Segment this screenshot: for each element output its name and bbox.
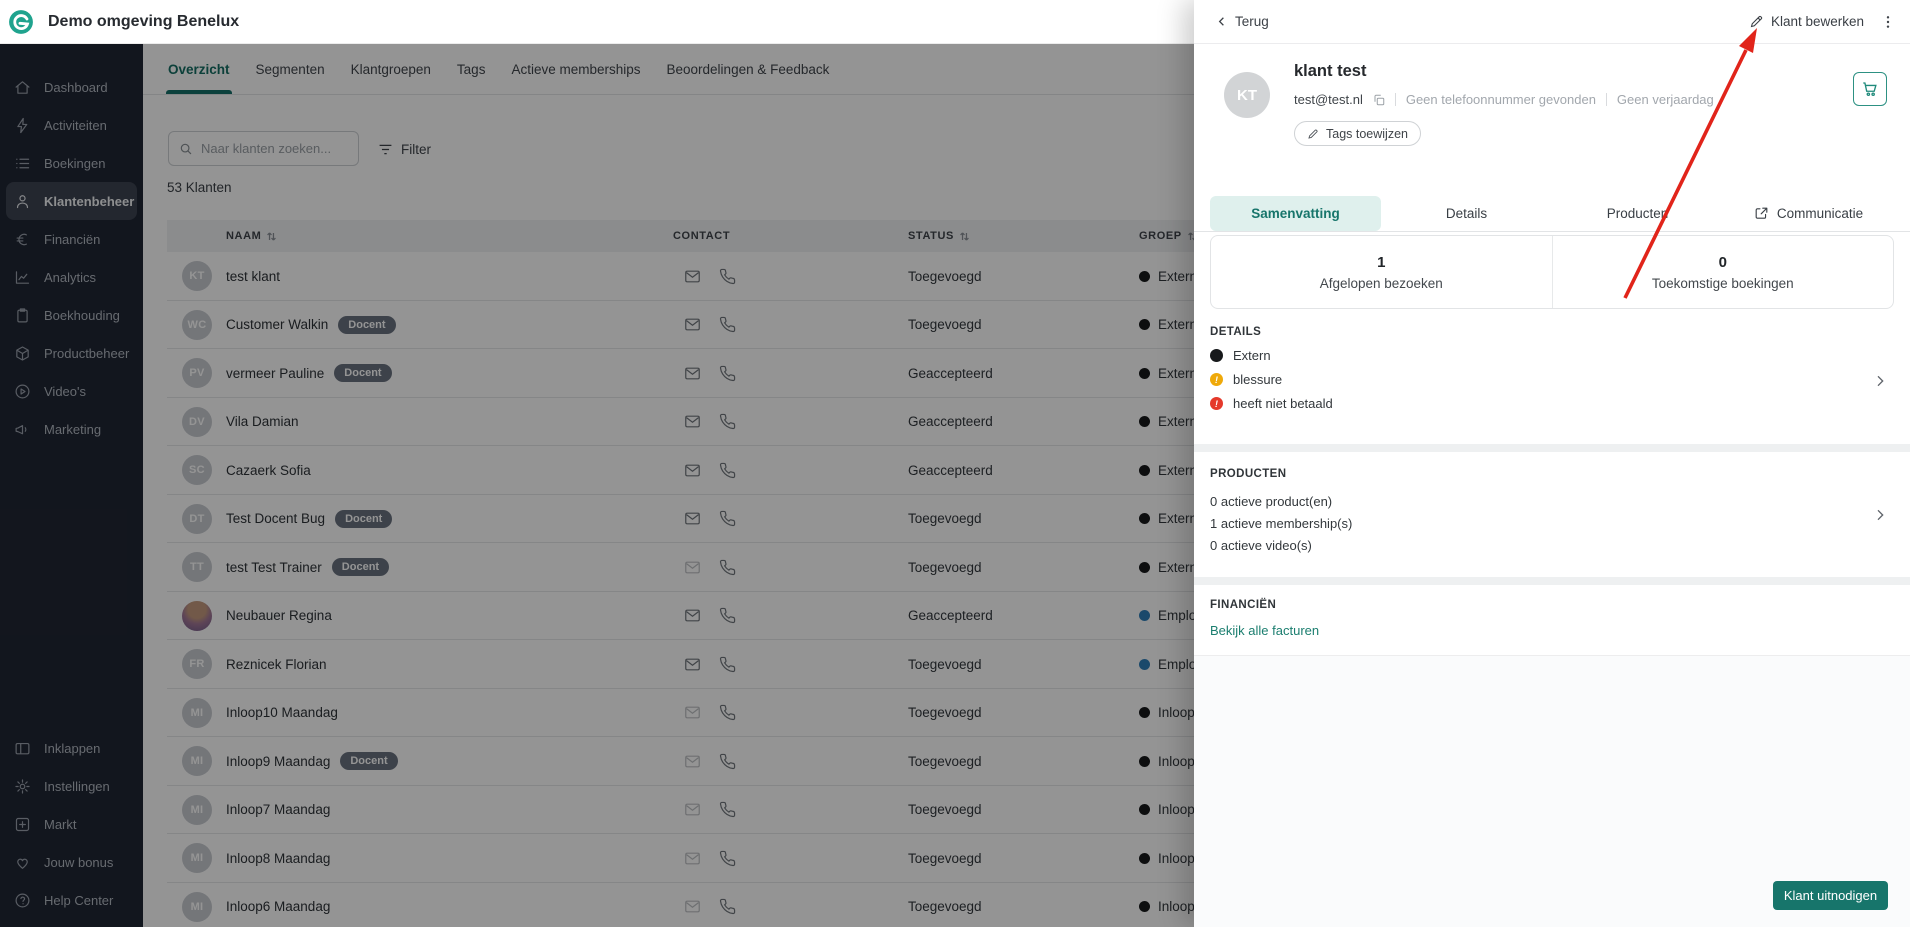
drawer-tab[interactable]: Samenvatting [1210, 196, 1381, 231]
app-root: Demo omgeving Benelux Dashboard Activite… [0, 0, 1910, 927]
products-title: PRODUCTEN [1210, 468, 1287, 480]
section-divider [1194, 444, 1910, 452]
details-section: DETAILS Extern blessure heeft [1194, 318, 1910, 444]
product-line: 1 actieve membership(s) [1210, 516, 1353, 531]
divider [1605, 93, 1607, 106]
detail-indicator-icon [1210, 373, 1223, 386]
detail-text: heeft niet betaald [1233, 396, 1333, 411]
divider [1394, 93, 1396, 106]
drawer-tab-label: Samenvatting [1251, 206, 1340, 221]
chevron-left-icon [1218, 17, 1224, 26]
drawer-header: Terug Klant bewerken [1194, 0, 1910, 44]
phone-placeholder: Geen telefoonnummer gevonden [1405, 92, 1596, 107]
finance-section: FINANCIËN Bekijk alle facturen [1194, 585, 1910, 655]
products-chevron-icon[interactable] [1872, 507, 1888, 523]
detail-indicator-icon [1210, 349, 1223, 362]
finance-title: FINANCIËN [1210, 599, 1277, 611]
products-section: PRODUCTEN 0 actieve product(en) 1 actiev… [1194, 452, 1910, 577]
customer-contact-line: test@test.nl Geen telefoonnummer gevonde… [1294, 92, 1714, 107]
detail-item: heeft niet betaald [1210, 396, 1333, 411]
detail-item: blessure [1210, 372, 1333, 387]
detail-text: Extern [1233, 348, 1271, 363]
stat-value: 0 [1718, 253, 1727, 271]
stat-cell: 0 Toekomstige boekingen [1551, 236, 1894, 308]
assign-tags-label: Tags toewijzen [1326, 126, 1408, 141]
drawer-header-actions: Klant bewerken [1749, 14, 1896, 30]
modal-overlay [0, 44, 1194, 927]
birthday-placeholder: Geen verjaardag [1616, 92, 1714, 107]
cart-button[interactable] [1853, 72, 1887, 106]
detail-item: Extern [1210, 348, 1333, 363]
drawer-tab[interactable]: Producten [1552, 196, 1723, 231]
product-line: 0 actieve video(s) [1210, 538, 1312, 553]
customer-drawer: Terug Klant bewerken KT klant test test@… [1194, 0, 1910, 927]
invite-customer-button[interactable]: Klant uitnodigen [1773, 881, 1888, 910]
stat-label: Toekomstige boekingen [1651, 275, 1794, 291]
customer-profile: KT klant test test@test.nl Geen telefoon… [1194, 44, 1910, 196]
stat-label: Afgelopen bezoeken [1319, 275, 1443, 291]
edit-customer-button[interactable]: Klant bewerken [1749, 14, 1864, 29]
tab-icon [1754, 206, 1769, 221]
pencil-icon [1750, 15, 1763, 28]
assign-tags-button[interactable]: Tags toewijzen [1294, 121, 1421, 146]
app-title: Demo omgeving Benelux [48, 12, 240, 30]
cart-icon [1863, 82, 1877, 97]
back-label: Terug [1235, 14, 1269, 29]
product-line: 0 actieve product(en) [1210, 494, 1333, 509]
drawer-tab-label: Details [1445, 206, 1488, 221]
drawer-tab[interactable]: Details [1381, 196, 1552, 231]
stat-cell: 1 Afgelopen bezoeken [1211, 236, 1552, 308]
stat-value: 1 [1377, 253, 1386, 271]
drawer-tab[interactable]: Communicatie [1723, 196, 1894, 231]
customer-email: test@test.nl [1294, 92, 1363, 107]
customer-avatar-large: KT [1224, 72, 1270, 118]
details-items: Extern blessure heeft niet betaald [1210, 348, 1333, 411]
drawer-tab-label: Communicatie [1776, 206, 1864, 221]
stats-card: 1 Afgelopen bezoeken 0 Toekomstige boeki… [1210, 235, 1894, 309]
detail-text: blessure [1233, 372, 1283, 387]
view-invoices-link[interactable]: Bekijk alle facturen [1210, 623, 1319, 638]
pencil-icon [1308, 128, 1318, 139]
edit-customer-label: Klant bewerken [1770, 14, 1864, 29]
customer-name-title: klant test [1294, 62, 1367, 80]
kebab-menu-icon[interactable] [1880, 14, 1896, 30]
app-logo-icon[interactable] [8, 9, 34, 35]
details-chevron-icon[interactable] [1872, 373, 1888, 389]
details-title: DETAILS [1210, 326, 1262, 338]
copy-icon[interactable] [1373, 94, 1385, 106]
detail-indicator-icon [1210, 397, 1223, 410]
back-button[interactable]: Terug [1214, 14, 1269, 29]
section-divider [1194, 577, 1910, 585]
drawer-tab-bar: Samenvatting Details Producten Communica… [1194, 196, 1910, 232]
drawer-tab-label: Producten [1606, 206, 1669, 221]
product-lines: 0 actieve product(en) 1 actieve membersh… [1210, 494, 1352, 553]
